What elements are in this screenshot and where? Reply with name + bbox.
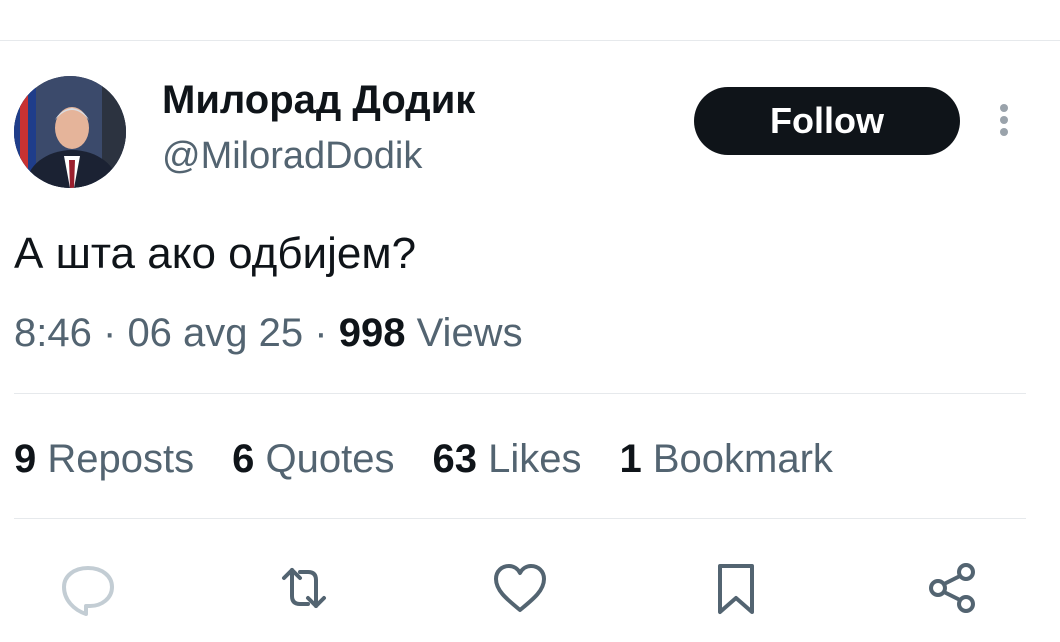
quotes-label: Quotes <box>265 437 395 481</box>
likes-stat[interactable]: 63 Likes <box>432 432 581 486</box>
top-divider <box>0 40 1060 41</box>
bookmarks-stat[interactable]: 1 Bookmark <box>619 432 832 486</box>
quotes-stat[interactable]: 6 Quotes <box>232 432 394 486</box>
tweet-text: А шта ако одбијем? <box>14 229 417 278</box>
views-count: 998 <box>338 311 406 355</box>
likes-label: Likes <box>488 437 582 481</box>
repost-icon[interactable] <box>272 556 336 620</box>
divider <box>14 393 1026 394</box>
reposts-count: 9 <box>14 437 37 481</box>
reposts-label: Reposts <box>47 437 195 481</box>
user-handle[interactable]: @MiloradDodik <box>162 134 422 178</box>
user-name[interactable]: Милорад Додик <box>162 76 475 124</box>
follow-button[interactable]: Follow <box>694 87 960 155</box>
quotes-count: 6 <box>232 437 255 481</box>
views-label: Views <box>416 311 523 355</box>
bookmarks-label: Bookmark <box>652 437 833 481</box>
more-options-icon[interactable] <box>992 100 1016 144</box>
share-icon[interactable] <box>920 556 984 620</box>
divider <box>14 518 1026 519</box>
bookmarks-count: 1 <box>619 437 642 481</box>
reply-icon[interactable] <box>56 556 120 620</box>
meta-separator: · <box>102 311 117 355</box>
tweet-meta: 8:46 · 06 avg 25 · 998 Views <box>14 306 523 360</box>
reposts-stat[interactable]: 9 Reposts <box>14 432 194 486</box>
avatar[interactable] <box>14 76 126 188</box>
likes-count: 63 <box>432 437 477 481</box>
like-icon[interactable] <box>488 556 552 620</box>
engagement-stats: 9 Reposts 6 Quotes 63 Likes 1 Bookmark <box>14 432 871 486</box>
tweet-time[interactable]: 8:46 <box>14 311 92 355</box>
tweet-date[interactable]: 06 avg 25 <box>127 311 303 355</box>
meta-separator: · <box>314 311 328 355</box>
bookmark-icon[interactable] <box>704 556 768 620</box>
